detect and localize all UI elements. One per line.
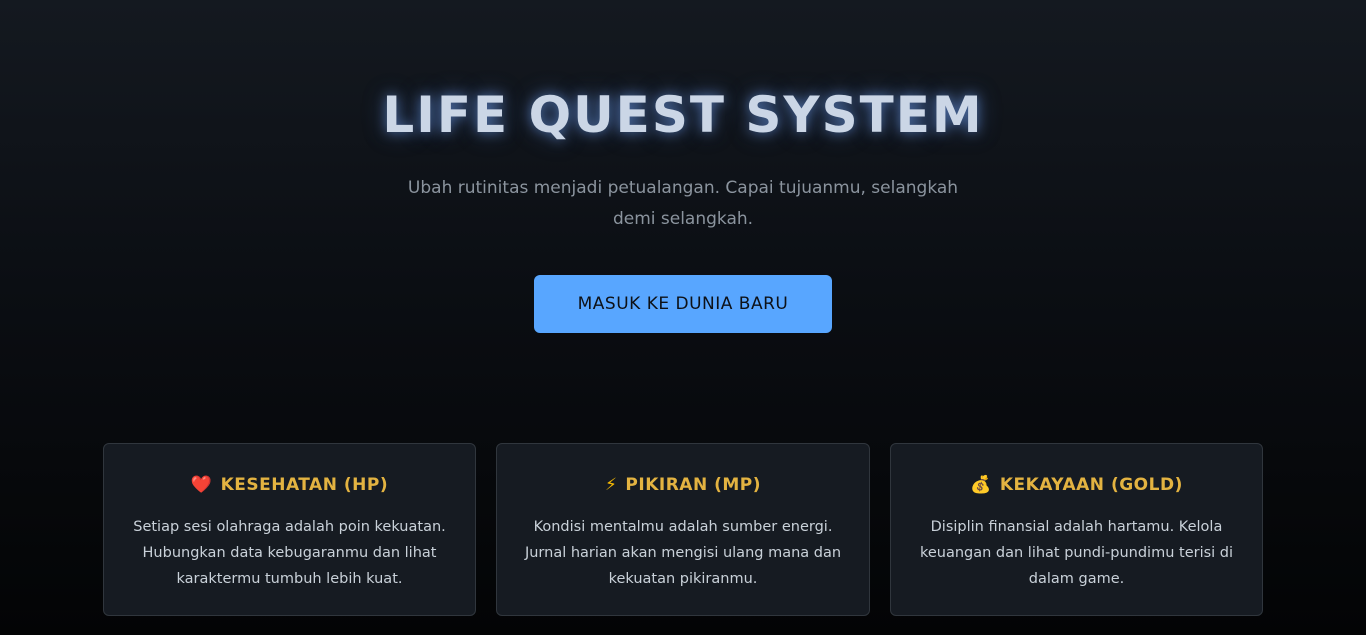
feature-card-title: ⚡ PIKIRAN (MP)	[497, 472, 869, 498]
feature-card-title-text: KESEHATAN (HP)	[220, 475, 389, 495]
enter-world-button[interactable]: MASUK KE DUNIA BARU	[534, 275, 832, 333]
feature-card-title: 💰 KEKAYAAN (GOLD)	[891, 472, 1262, 498]
feature-card-description: Setiap sesi olahraga adalah poin kekuata…	[133, 519, 446, 587]
lightning-icon: ⚡	[604, 475, 618, 495]
feature-card-mind: ⚡ PIKIRAN (MP) Kondisi mentalmu adalah su…	[496, 443, 870, 616]
feature-card-title: ❤️ KESEHATAN (HP)	[104, 472, 475, 498]
page-title: LIFE QUEST SYSTEM	[382, 86, 984, 144]
feature-card-health: ❤️ KESEHATAN (HP) Setiap sesi olahraga ad…	[103, 443, 476, 616]
money-bag-icon: 💰	[970, 475, 992, 495]
feature-cards: ❤️ KESEHATAN (HP) Setiap sesi olahraga ad…	[103, 443, 1263, 618]
feature-card-description: Kondisi mentalmu adalah sumber energi. J…	[524, 519, 842, 587]
heart-icon: ❤️	[190, 475, 213, 495]
feature-card-title-text: KEKAYAAN (GOLD)	[999, 475, 1183, 495]
feature-card-title-text: PIKIRAN (MP)	[625, 475, 762, 495]
feature-card-wealth: 💰 KEKAYAAN (GOLD) Disiplin finansial adal…	[890, 443, 1263, 616]
feature-card-description: Disiplin finansial adalah hartamu. Kelol…	[919, 519, 1234, 587]
hero-subtitle: Ubah rutinitas menjadi petualangan. Capa…	[407, 178, 959, 229]
